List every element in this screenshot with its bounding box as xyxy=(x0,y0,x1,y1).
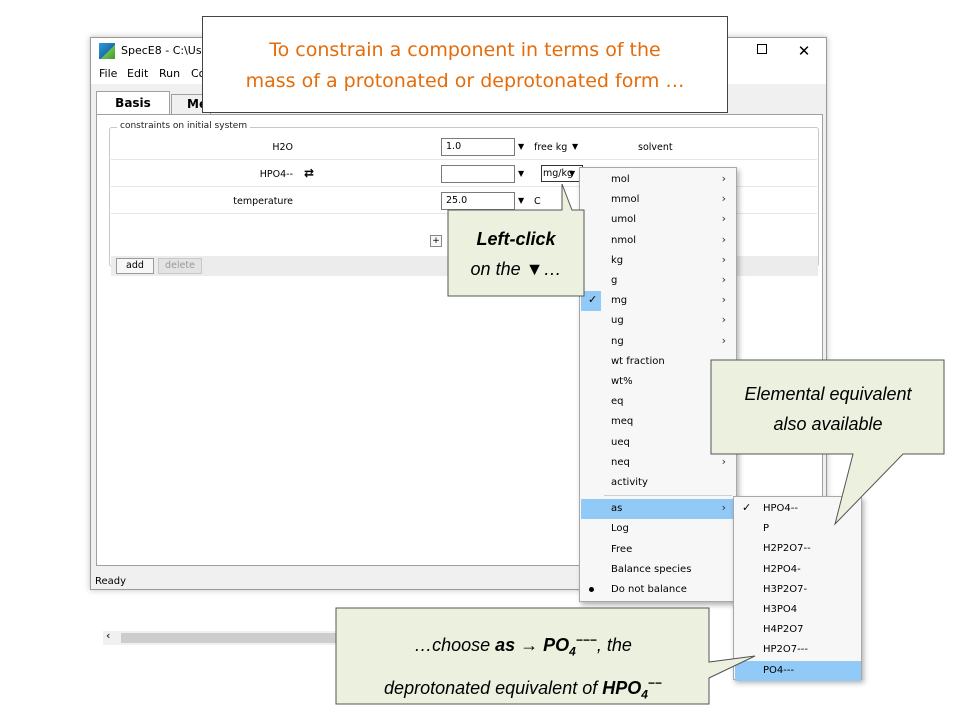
choose-line-1: …choose as → PO4−−−, the xyxy=(337,625,709,668)
elemental-line-2: also available xyxy=(773,414,883,434)
elemental-line-1: Elemental equivalent xyxy=(744,384,912,404)
choose-line-2: deprotonated equivalent of HPO4−− xyxy=(337,668,709,711)
hpo4-subscript: 4 xyxy=(641,687,648,702)
po4-charge: −−− xyxy=(575,633,597,647)
dropdown-triangle-icon: ▼ xyxy=(525,259,544,279)
elemental-callout: Elemental equivalent also available xyxy=(713,379,943,439)
hpo4-base: HPO xyxy=(602,677,642,698)
callout-shapes xyxy=(335,183,945,705)
left-click-prefix: on the xyxy=(470,259,521,279)
hpo4-charge: −− xyxy=(647,675,662,690)
po4-formula: PO4−−− xyxy=(543,633,597,659)
po4-base: PO xyxy=(543,635,570,655)
po4-subscript: 4 xyxy=(569,644,576,659)
choose-line-2-text: deprotonated equivalent of xyxy=(384,677,603,698)
hpo4-formula: HPO4−− xyxy=(602,675,662,702)
choose-mid: , the xyxy=(596,635,632,655)
left-click-suffix: … xyxy=(543,259,562,279)
choose-arrow: → xyxy=(515,635,544,655)
choose-callout: …choose as → PO4−−−, the deprotonated eq… xyxy=(337,625,709,710)
left-click-title: Left-click xyxy=(476,229,556,249)
choose-prefix: …choose xyxy=(414,635,496,655)
choose-as: as xyxy=(495,635,516,655)
left-click-callout: Left-click on the ▼… xyxy=(450,224,582,284)
left-click-line-2: on the ▼… xyxy=(450,254,582,284)
